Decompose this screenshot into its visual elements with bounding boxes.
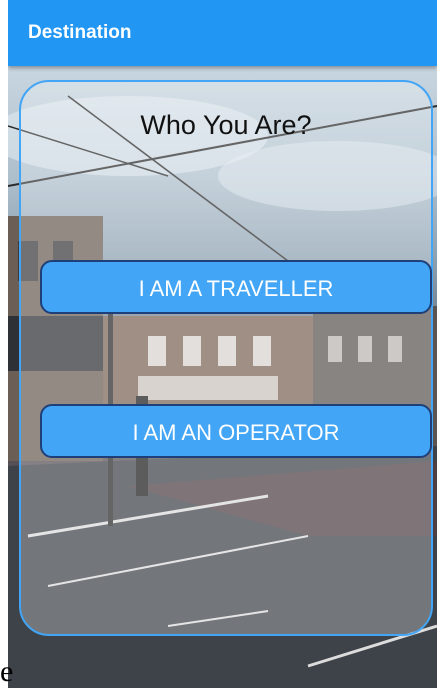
app-screen: Destination Who You Are? I AM A TRAVELLE… <box>8 0 437 688</box>
operator-button[interactable]: I AM AN OPERATOR <box>40 404 432 458</box>
app-bar: Destination <box>8 0 437 66</box>
card-title: Who You Are? <box>140 110 312 140</box>
app-title: Destination <box>28 22 132 43</box>
traveller-button[interactable]: I AM A TRAVELLER <box>40 260 432 314</box>
role-selection-card: Who You Are? I AM A TRAVELLER I AM AN OP… <box>19 80 433 636</box>
stray-text-fragment: e <box>0 655 14 688</box>
